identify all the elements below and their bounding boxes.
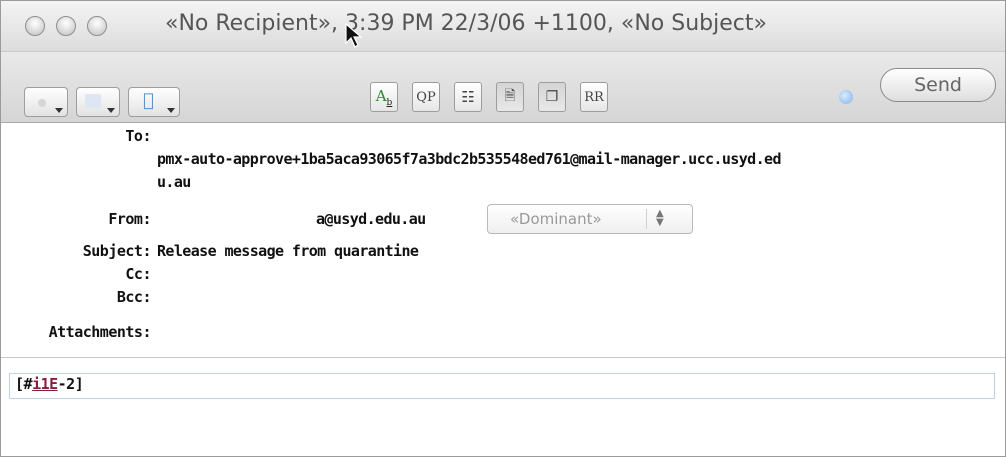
cc-label: Cc:: [125, 265, 151, 283]
body-text[interactable]: [#i1E-2]: [15, 375, 84, 393]
from-label: From:: [108, 210, 151, 228]
close-window-button[interactable]: [25, 16, 45, 36]
compose-window: «No Recipient», 3:39 PM 22/3/06 +1100, «…: [0, 0, 1006, 457]
attach-menu-button[interactable]: : [128, 87, 180, 117]
up-down-arrows-icon: ▲ ▼: [656, 208, 664, 228]
minimize-window-button[interactable]: [56, 16, 76, 36]
subject-value[interactable]: Release message from quarantine: [157, 242, 419, 260]
to-label: To:: [125, 127, 151, 145]
body-prefix: [#: [15, 375, 33, 393]
from-account-popup[interactable]: «Dominant» ▲ ▼: [487, 204, 693, 234]
body-editor[interactable]: [9, 373, 995, 399]
from-account-label: «Dominant»: [510, 210, 602, 228]
body-link[interactable]: i1E: [32, 375, 58, 393]
globe-icon: [839, 90, 853, 104]
to-value-line2[interactable]: u.au: [157, 173, 191, 191]
subject-label: Subject:: [82, 242, 152, 260]
stack-icon: ☷: [461, 88, 475, 106]
text-style-button[interactable]: Ab: [370, 82, 398, 112]
documents-icon: ❐: [545, 89, 559, 105]
document-arrow-icon: 🗎: [504, 88, 516, 104]
title-bar: «No Recipient», 3:39 PM 22/3/06 +1100, «…: [1, 1, 1005, 52]
zoom-window-button[interactable]: [87, 16, 107, 36]
mouse-pointer-icon: [345, 23, 363, 48]
toolbar:  Ab QP ☷ 🗎 ❐ RR Send: [1, 52, 1005, 123]
window-title: «No Recipient», 3:39 PM 22/3/06 +1100, «…: [165, 11, 767, 36]
popup-divider: [646, 209, 647, 229]
chevron-down-icon: [107, 108, 115, 113]
bcc-label: Bcc:: [116, 288, 152, 306]
rr-label: RR: [584, 89, 604, 105]
quoted-printable-button[interactable]: QP: [412, 82, 440, 112]
encoding-button[interactable]: ☷: [454, 82, 482, 112]
to-value-line1[interactable]: pmx-auto-approve+1ba5aca93065f7a3bdc2b53…: [157, 150, 781, 168]
signature-menu-button[interactable]: [76, 87, 120, 117]
text-style-icon: Ab: [375, 86, 393, 108]
signature-icon: [85, 94, 101, 108]
from-value[interactable]: a@usyd.edu.au: [316, 210, 426, 228]
qp-label: QP: [416, 89, 436, 105]
body-suffix: -2]: [57, 375, 84, 393]
priority-menu-button[interactable]: [24, 87, 68, 117]
header-body-divider: [1, 357, 1005, 358]
send-button[interactable]: Send: [880, 68, 996, 102]
apple-icon: : [143, 91, 154, 111]
chevron-down-icon: [167, 108, 175, 113]
chevron-down-icon: [55, 108, 63, 113]
text-copy-button[interactable]: ❐: [538, 82, 566, 112]
return-receipt-button[interactable]: RR: [580, 82, 608, 112]
wrap-text-button[interactable]: 🗎: [496, 82, 524, 112]
attachments-label: Attachments:: [48, 323, 152, 341]
priority-icon: [38, 99, 46, 107]
